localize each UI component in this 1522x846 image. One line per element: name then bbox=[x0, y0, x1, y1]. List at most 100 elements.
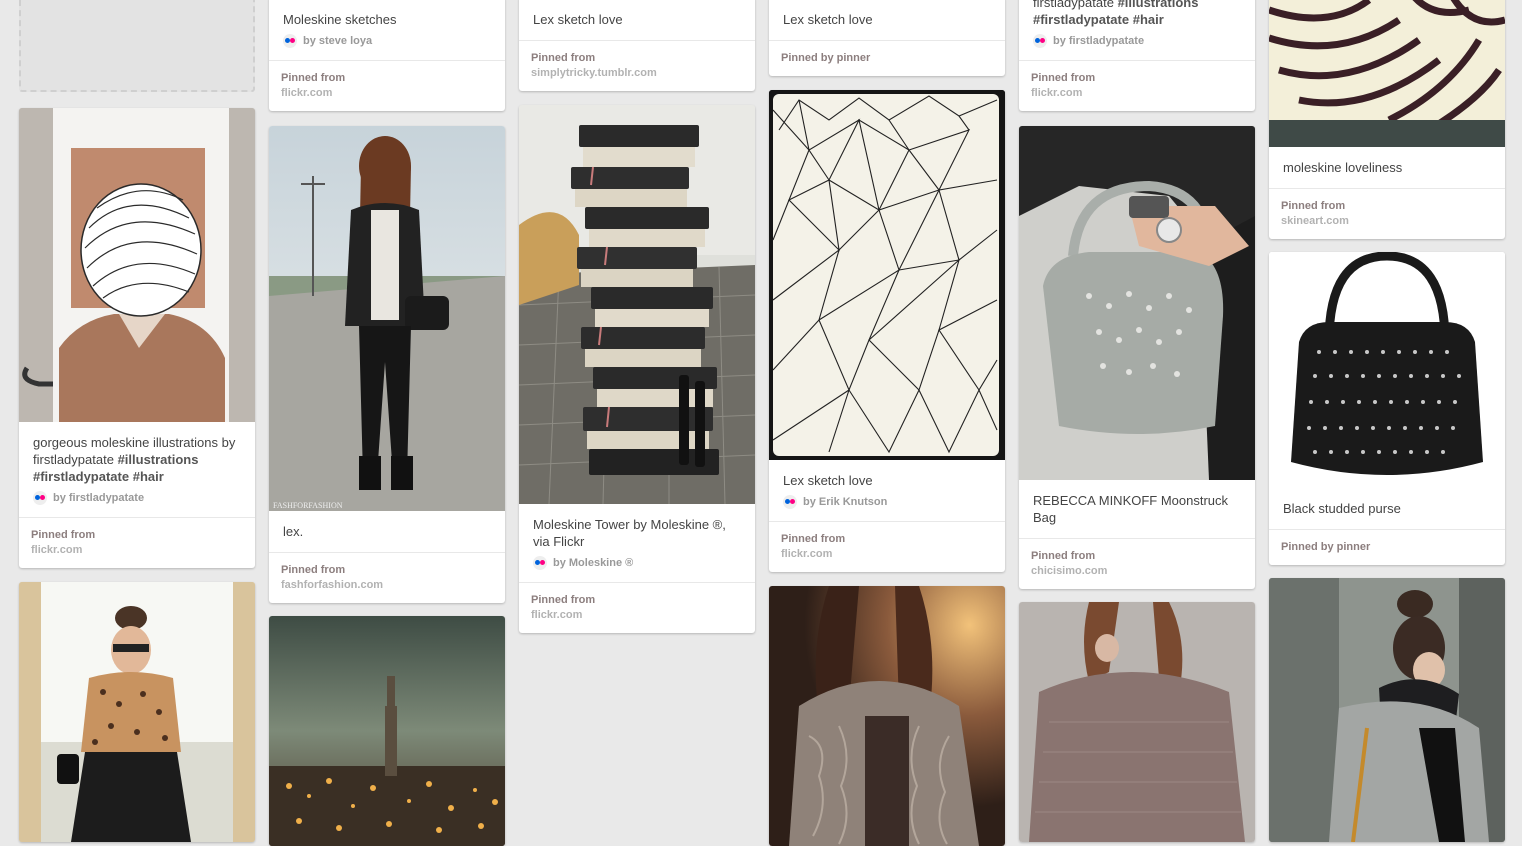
geometric-sketch-image bbox=[769, 90, 1005, 460]
source-domain[interactable]: fashforfashion.com bbox=[281, 578, 493, 593]
pin-source[interactable]: Pinned by pinner bbox=[1269, 530, 1505, 565]
pin-attribution[interactable]: by firstladypatate bbox=[19, 485, 255, 505]
pin-image[interactable] bbox=[1269, 578, 1505, 842]
source-label: Pinned from bbox=[281, 72, 346, 84]
pin-image[interactable] bbox=[1269, 0, 1505, 147]
pin-card[interactable]: FASHFORFASHION lex. Pinned from fashforf… bbox=[269, 126, 505, 603]
pin-card[interactable]: Lex sketch love by Erik Knutson Pinned f… bbox=[769, 90, 1005, 572]
pin-description: Lex sketch love bbox=[783, 473, 873, 488]
pin-card[interactable] bbox=[1019, 602, 1255, 842]
source-domain[interactable]: simplytricky.tumblr.com bbox=[531, 66, 743, 81]
source-label: Pinned from bbox=[531, 52, 596, 64]
source-domain[interactable]: flickr.com bbox=[781, 547, 993, 562]
source-domain[interactable]: flickr.com bbox=[31, 543, 243, 558]
pin-image[interactable] bbox=[19, 108, 255, 422]
pin-description: gorgeous moleskine illustrations by firs… bbox=[33, 435, 236, 484]
pin-image[interactable] bbox=[519, 105, 755, 504]
scarf-hoodie-photo bbox=[1269, 578, 1505, 842]
knit-cardigan-photo bbox=[769, 586, 1005, 846]
source-label: Pinned from bbox=[1281, 200, 1346, 212]
pin-image[interactable] bbox=[1019, 126, 1255, 480]
pin-source[interactable]: Pinned by pinner bbox=[769, 41, 1005, 76]
pin-description: Lex sketch love bbox=[533, 12, 623, 27]
city-lights-photo bbox=[269, 616, 505, 846]
attribution-text: by steve loya bbox=[303, 35, 373, 47]
pin-card[interactable]: Lex sketch love Pinned by pinner bbox=[769, 0, 1005, 76]
flickr-icon bbox=[533, 556, 547, 570]
pin-image[interactable] bbox=[769, 90, 1005, 460]
pin-description: Lex sketch love bbox=[783, 12, 873, 27]
pin-card[interactable]: Moleskine Tower by Moleskine ®, via Flic… bbox=[519, 105, 755, 633]
hashtag-link[interactable]: #firstladypatate bbox=[1033, 12, 1129, 27]
flickr-icon bbox=[783, 495, 797, 509]
pin-source[interactable]: Pinned from fashforfashion.com bbox=[269, 553, 505, 603]
oversized-sweater-photo bbox=[1019, 602, 1255, 842]
pin-image[interactable] bbox=[769, 586, 1005, 846]
pin-card[interactable]: Black studded purse Pinned by pinner bbox=[1269, 252, 1505, 565]
source-label: Pinned from bbox=[1031, 72, 1096, 84]
hashtag-link[interactable]: #illustrations bbox=[118, 452, 199, 467]
source-domain[interactable]: skineart.com bbox=[1281, 214, 1493, 229]
pin-card[interactable] bbox=[19, 582, 255, 842]
pin-image[interactable]: FASHFORFASHION bbox=[269, 126, 505, 511]
image-watermark: FASHFORFASHION bbox=[273, 501, 343, 510]
attribution-text: by Moleskine ® bbox=[553, 557, 634, 569]
pin-attribution[interactable]: by Moleskine ® bbox=[519, 550, 755, 570]
pin-description: Moleskine sketches bbox=[283, 12, 397, 27]
pin-card[interactable]: moleskine loveliness Pinned from skinear… bbox=[1269, 0, 1505, 239]
pin-card[interactable] bbox=[769, 586, 1005, 846]
source-domain[interactable]: flickr.com bbox=[531, 608, 743, 623]
pin-description: Moleskine Tower by Moleskine ®, via Flic… bbox=[533, 517, 726, 549]
source-label: Pinned from bbox=[1031, 550, 1096, 562]
zebra-pattern-sketch-image bbox=[1269, 0, 1505, 147]
pin-card[interactable]: REBECCA MINKOFF Moonstruck Bag Pinned fr… bbox=[1019, 126, 1255, 589]
pin-description: Black studded purse bbox=[1283, 501, 1401, 516]
source-label: Pinned from bbox=[531, 594, 596, 606]
pin-source[interactable]: Pinned from skineart.com bbox=[1269, 189, 1505, 239]
pin-source[interactable]: Pinned from flickr.com bbox=[19, 518, 255, 568]
source-label: Pinned from bbox=[781, 533, 846, 545]
pin-attribution[interactable]: by firstladypatate bbox=[1019, 28, 1255, 48]
pin-card[interactable]: gorgeous moleskine illustrations by firs… bbox=[19, 108, 255, 568]
pin-card[interactable] bbox=[1269, 578, 1505, 842]
hashtag-link[interactable]: #hair bbox=[1133, 12, 1164, 27]
pin-source[interactable]: Pinned from chicisimo.com bbox=[1019, 539, 1255, 589]
pin-image[interactable] bbox=[269, 616, 505, 846]
pin-image[interactable] bbox=[1269, 252, 1505, 488]
hashtag-link[interactable]: #firstladypatate bbox=[33, 469, 129, 484]
hashtag-link[interactable]: #illustrations bbox=[1118, 0, 1199, 10]
source-label: Pinned from bbox=[281, 564, 346, 576]
pin-source[interactable]: Pinned from flickr.com bbox=[519, 583, 755, 633]
black-studded-purse-photo bbox=[1269, 252, 1505, 488]
illustration-girl-hair-image bbox=[19, 108, 255, 422]
flickr-icon bbox=[1033, 34, 1047, 48]
attribution-text: by firstladypatate bbox=[1053, 35, 1145, 47]
pin-source[interactable]: Pinned from flickr.com bbox=[269, 61, 505, 111]
pin-card[interactable]: firstladypatate #illustrations #firstlad… bbox=[1019, 0, 1255, 111]
street-fashion-photo: FASHFORFASHION bbox=[269, 126, 505, 511]
pin-source[interactable]: Pinned from flickr.com bbox=[769, 522, 1005, 572]
pin-image[interactable] bbox=[19, 582, 255, 842]
flickr-icon bbox=[283, 34, 297, 48]
pin-card[interactable]: Moleskine sketches by steve loya Pinned … bbox=[269, 0, 505, 111]
pin-source[interactable]: Pinned from flickr.com bbox=[1019, 61, 1255, 111]
pin-card[interactable] bbox=[269, 616, 505, 846]
source-domain[interactable]: flickr.com bbox=[1031, 86, 1243, 101]
leopard-blouse-photo bbox=[19, 582, 255, 842]
empty-pin-placeholder bbox=[19, 0, 255, 92]
source-label: Pinned from bbox=[31, 529, 96, 541]
attribution-text: by firstladypatate bbox=[53, 492, 145, 504]
pin-description: REBECCA MINKOFF Moonstruck Bag bbox=[1033, 493, 1229, 525]
hashtag-link[interactable]: #hair bbox=[133, 469, 164, 484]
pin-card[interactable]: Lex sketch love Pinned from simplytricky… bbox=[519, 0, 755, 91]
flickr-icon bbox=[33, 491, 47, 505]
attribution-text: by Erik Knutson bbox=[803, 496, 888, 508]
source-domain[interactable]: chicisimo.com bbox=[1031, 564, 1243, 579]
pin-source[interactable]: Pinned from simplytricky.tumblr.com bbox=[519, 41, 755, 91]
pin-attribution[interactable]: by steve loya bbox=[269, 28, 505, 48]
source-label: Pinned by pinner bbox=[1281, 541, 1371, 553]
pin-description: firstladypatate #illustrations #firstlad… bbox=[1019, 0, 1255, 28]
pin-attribution[interactable]: by Erik Knutson bbox=[769, 489, 1005, 509]
pin-image[interactable] bbox=[1019, 602, 1255, 842]
source-domain[interactable]: flickr.com bbox=[281, 86, 493, 101]
